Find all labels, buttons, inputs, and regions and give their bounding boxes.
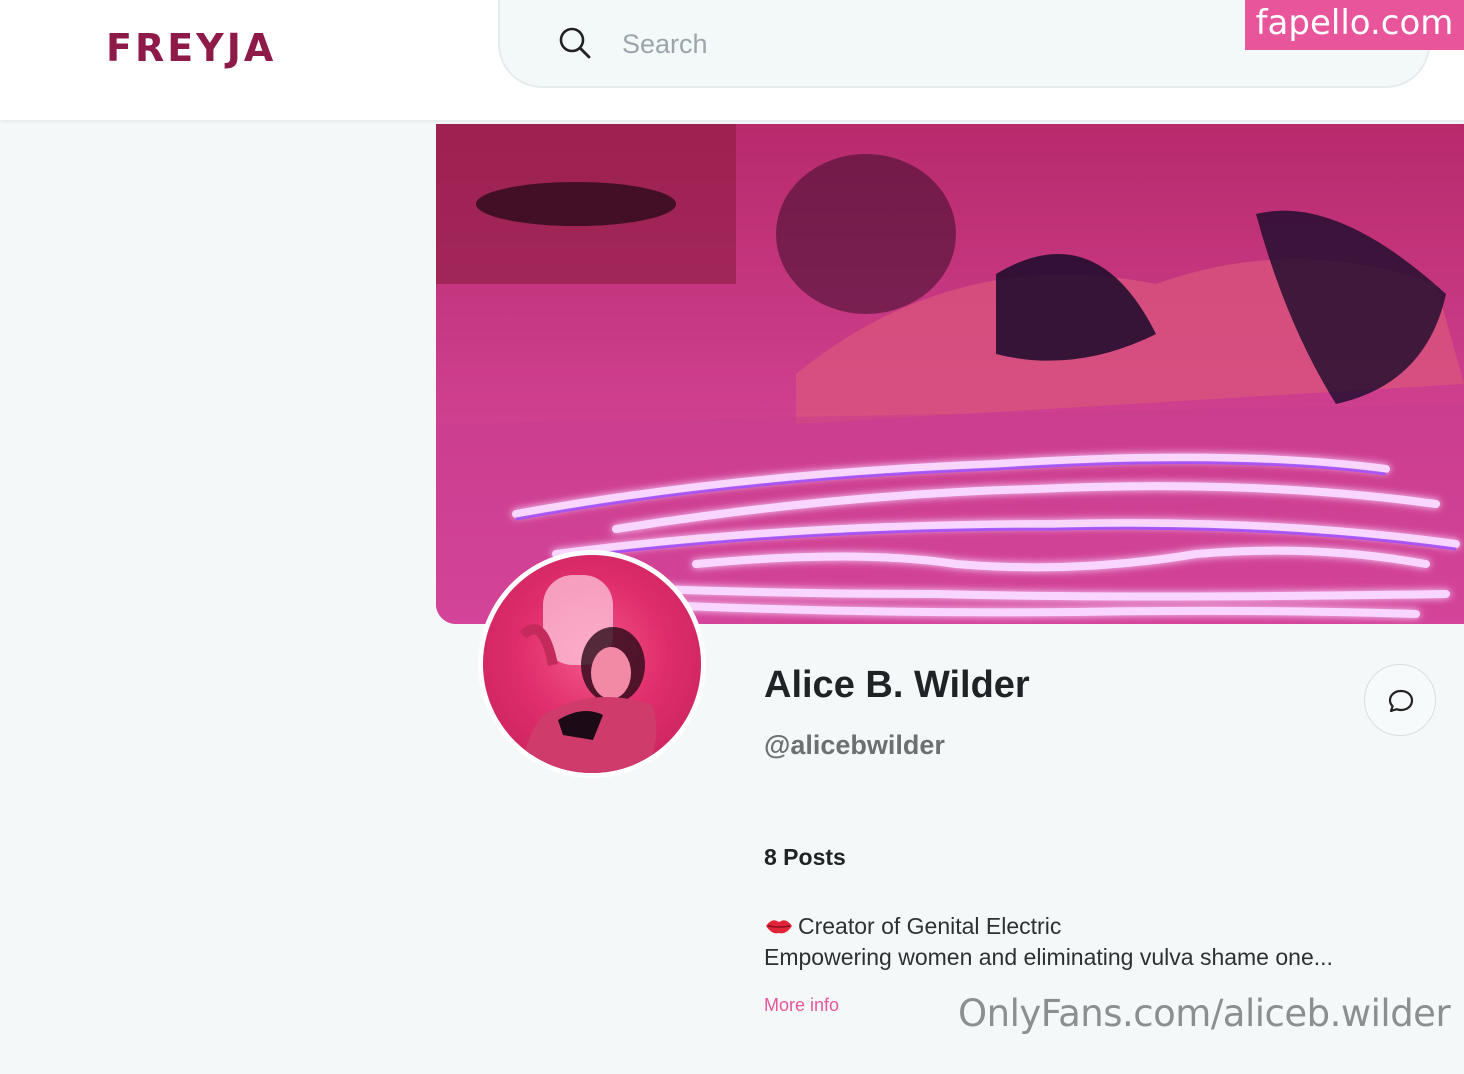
profile-display-name: Alice B. Wilder — [764, 664, 1030, 706]
site-watermark: fapello.com — [1245, 0, 1464, 50]
freyja-logo[interactable]: FREYJA — [106, 26, 276, 70]
search-icon[interactable] — [558, 26, 592, 60]
chat-bubble-icon — [1388, 689, 1414, 713]
kiss-lips-icon — [766, 920, 792, 934]
search-input[interactable] — [622, 22, 1222, 66]
cover-image — [436, 124, 1464, 624]
onlyfans-watermark: OnlyFans.com/aliceb.wilder — [958, 992, 1451, 1035]
bio-first-line-text: Creator of Genital Electric — [798, 913, 1062, 939]
profile-avatar[interactable] — [478, 550, 706, 778]
profile-handle: @alicebwilder — [764, 730, 945, 760]
message-button[interactable] — [1364, 664, 1436, 736]
posts-count: 8 Posts — [764, 844, 846, 870]
bio-first-line: Creator of Genital Electric — [764, 913, 1061, 940]
more-info-link[interactable]: More info — [764, 995, 839, 1016]
bio-second-line: Empowering women and eliminating vulva s… — [764, 944, 1333, 970]
